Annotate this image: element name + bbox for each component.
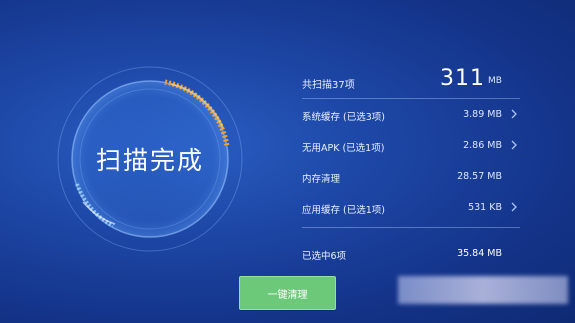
- result-item-size: 3.89 MB: [463, 109, 502, 120]
- result-item-label: 无用APK (已选1项): [302, 143, 385, 154]
- scan-total-unit: MB: [488, 76, 502, 86]
- scan-total-label: 共扫描37项: [302, 80, 355, 91]
- one-click-clean-button[interactable]: 一键清理: [239, 276, 336, 310]
- result-item-unused-apk[interactable]: 无用APK (已选1项) 2.86 MB: [302, 130, 520, 161]
- scan-results-panel: 共扫描37项 311 MB 系统缓存 (已选3项) 3.89 MB 无用APK …: [302, 62, 520, 268]
- scan-total-value: 311: [440, 66, 485, 91]
- chevron-right-icon: [511, 109, 517, 119]
- result-item-app-cache[interactable]: 应用缓存 (已选1项) 531 KB: [302, 192, 520, 223]
- selected-count-label: 已选中6项: [302, 251, 347, 262]
- scan-progress-circle: 扫描完成: [55, 64, 245, 254]
- result-item-memory-clean: 内存清理 28.57 MB: [302, 161, 520, 192]
- chevron-right-icon: [511, 140, 517, 150]
- result-item-label: 应用缓存 (已选1项): [302, 205, 385, 216]
- divider: [302, 227, 520, 228]
- selected-size-value: 35.84 MB: [457, 248, 502, 259]
- result-item-label: 系统缓存 (已选3项): [302, 112, 385, 123]
- result-item-size: 2.86 MB: [463, 140, 502, 151]
- result-item-system-cache[interactable]: 系统缓存 (已选3项) 3.89 MB: [302, 99, 520, 130]
- blurred-watermark: [398, 276, 568, 304]
- scan-total-row: 共扫描37项 311 MB: [302, 62, 520, 94]
- scan-status-label: 扫描完成: [95, 146, 204, 175]
- result-item-label: 内存清理: [302, 174, 341, 185]
- chevron-right-icon: [511, 202, 517, 212]
- cleaner-screen: 扫描完成 共扫描37项 311 MB 系统缓存 (已选3项) 3.89 MB 无…: [0, 0, 575, 323]
- result-item-size: 531 KB: [468, 202, 502, 213]
- result-item-size: 28.57 MB: [457, 171, 502, 182]
- selected-summary-row: 已选中6项 35.84 MB: [302, 236, 520, 268]
